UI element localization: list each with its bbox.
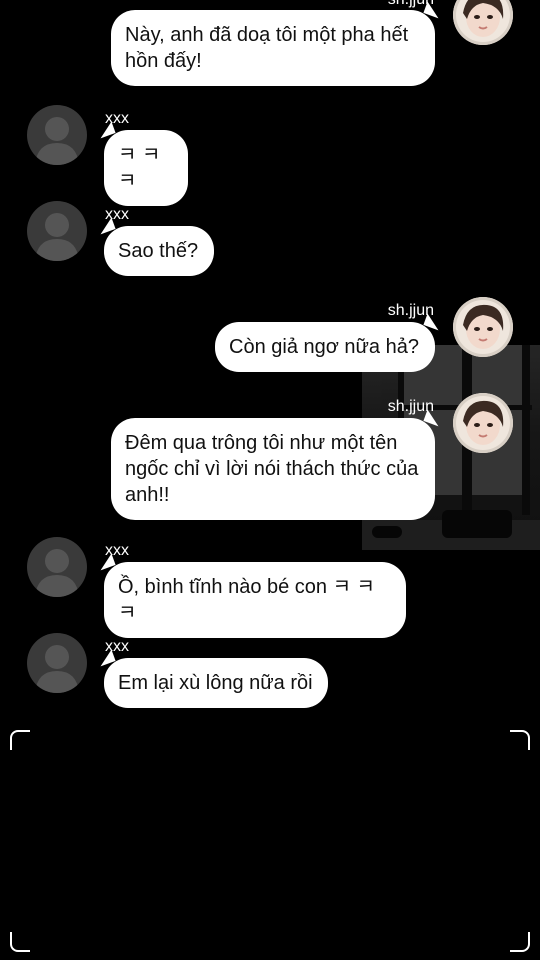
user-avatar[interactable] xyxy=(453,297,513,357)
message-bubble[interactable]: Đêm qua trông tôi như một tên ngốc chỉ v… xyxy=(111,409,443,520)
message-bubble[interactable]: ㅋ ㅋ ㅋ xyxy=(96,121,188,206)
person-silhouette-icon xyxy=(35,213,79,261)
person-silhouette-icon xyxy=(35,117,79,165)
contact-avatar[interactable] xyxy=(27,201,87,261)
person-silhouette-icon xyxy=(35,549,79,597)
person-photo-icon xyxy=(463,0,504,37)
contact-avatar[interactable] xyxy=(27,633,87,693)
message-text: Này, anh đã doạ tôi một pha hết hồn đấy! xyxy=(125,24,409,72)
message-bubble[interactable]: Sao thế? xyxy=(96,217,214,276)
message-bubble[interactable]: Em lại xù lông nữa rồi xyxy=(96,649,328,708)
user-avatar[interactable] xyxy=(453,393,513,453)
person-silhouette-icon xyxy=(35,645,79,693)
message-text: Sao thế? xyxy=(118,240,199,262)
message-text: Ồ, bình tĩnh nào bé con ㅋ ㅋ ㅋ xyxy=(118,576,375,624)
frame-corner-top-right xyxy=(510,730,530,750)
user-avatar[interactable] xyxy=(453,0,513,45)
frame-corner-bottom-right xyxy=(510,932,530,952)
frame-corner-top-left xyxy=(10,730,30,750)
frame-corner-bottom-left xyxy=(10,932,30,952)
message-text: Em lại xù lông nữa rồi xyxy=(118,672,313,694)
message-bubble[interactable]: Còn giả ngơ nữa hả? xyxy=(215,313,443,372)
message-text: Đêm qua trông tôi như một tên ngốc chỉ v… xyxy=(125,432,419,506)
contact-avatar[interactable] xyxy=(27,537,87,597)
message-bubble[interactable]: Này, anh đã doạ tôi một pha hết hồn đấy! xyxy=(111,1,443,86)
message-text: Còn giả ngơ nữa hả? xyxy=(229,336,419,358)
person-photo-icon xyxy=(463,400,504,445)
person-photo-icon xyxy=(463,304,504,349)
contact-avatar[interactable] xyxy=(27,105,87,165)
message-text: ㅋ ㅋ ㅋ xyxy=(118,144,161,192)
message-bubble[interactable]: Ồ, bình tĩnh nào bé con ㅋ ㅋ ㅋ xyxy=(96,553,406,638)
